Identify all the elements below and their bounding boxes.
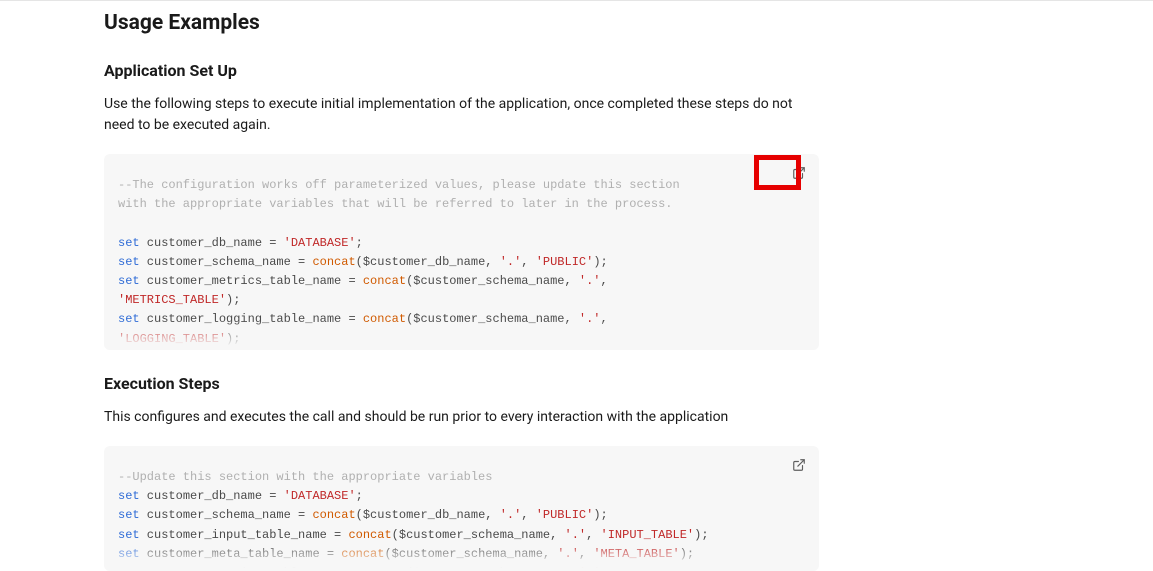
doc-container: Usage Examples Application Set Up Use th… <box>104 1 819 571</box>
heading-exec-steps: Execution Steps <box>104 374 819 393</box>
paragraph-app-setup: Use the following steps to execute initi… <box>104 94 819 136</box>
open-external-icon <box>792 458 806 475</box>
heading-usage-examples: Usage Examples <box>104 11 819 35</box>
open-externally-button[interactable] <box>785 452 813 480</box>
code-block-exec: --Update this section with the appropria… <box>104 446 819 571</box>
code-content: --Update this section with the appropria… <box>118 468 805 571</box>
heading-app-setup: Application Set Up <box>104 61 819 80</box>
paragraph-exec-steps: This configures and executes the call an… <box>104 407 819 428</box>
code-block-setup: --The configuration works off parameteri… <box>104 154 819 350</box>
code-content: --The configuration works off parameteri… <box>118 176 805 350</box>
highlight-annotation <box>754 155 801 190</box>
